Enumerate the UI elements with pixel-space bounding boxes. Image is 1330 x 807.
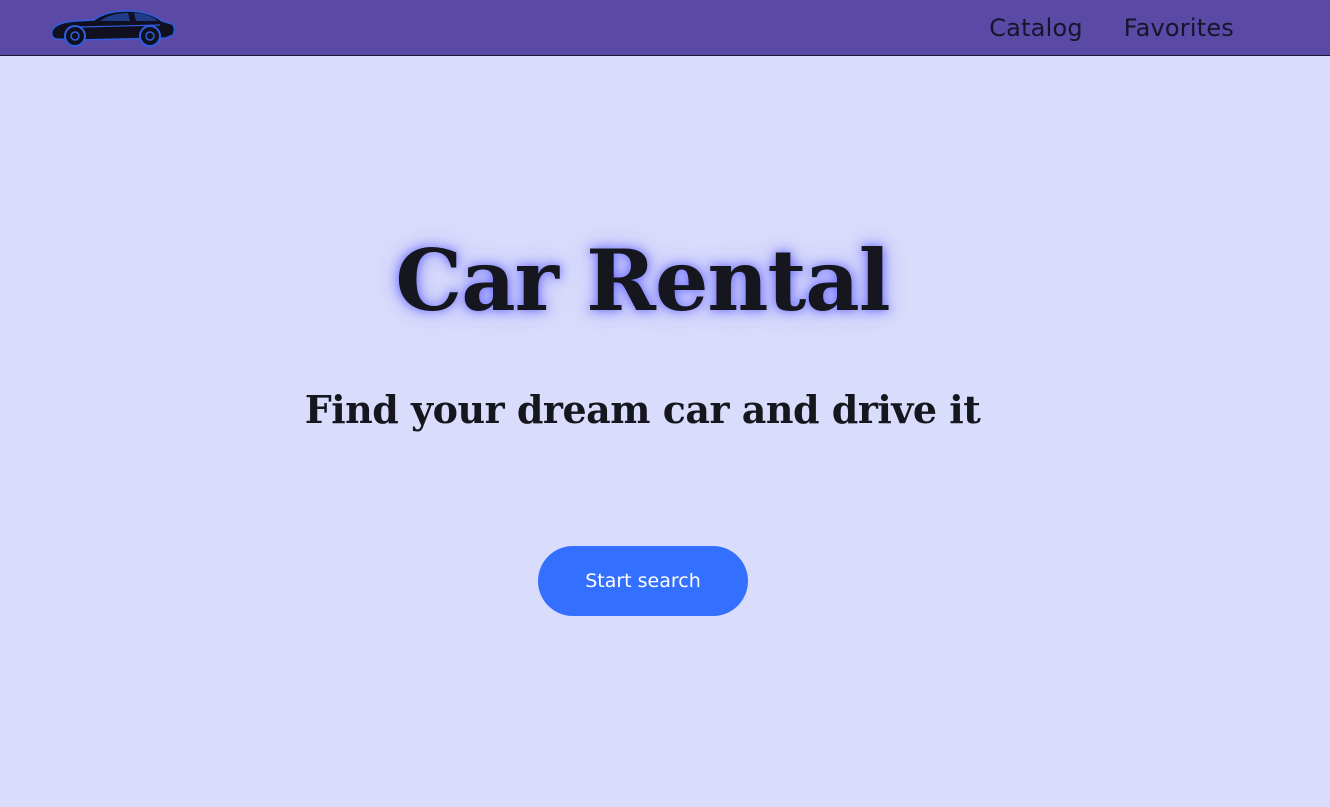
logo-link[interactable] [50, 9, 176, 47]
main-nav: Catalog Favorites [989, 0, 1234, 55]
nav-link-favorites[interactable]: Favorites [1124, 16, 1234, 40]
nav-link-catalog[interactable]: Catalog [989, 16, 1083, 40]
site-header: Catalog Favorites [0, 0, 1330, 56]
hero-subtitle: Find your dream car and drive it [304, 387, 981, 432]
hero-title: Car Rental [395, 231, 890, 330]
start-search-button[interactable]: Start search [538, 546, 748, 616]
sports-car-icon [50, 10, 176, 47]
